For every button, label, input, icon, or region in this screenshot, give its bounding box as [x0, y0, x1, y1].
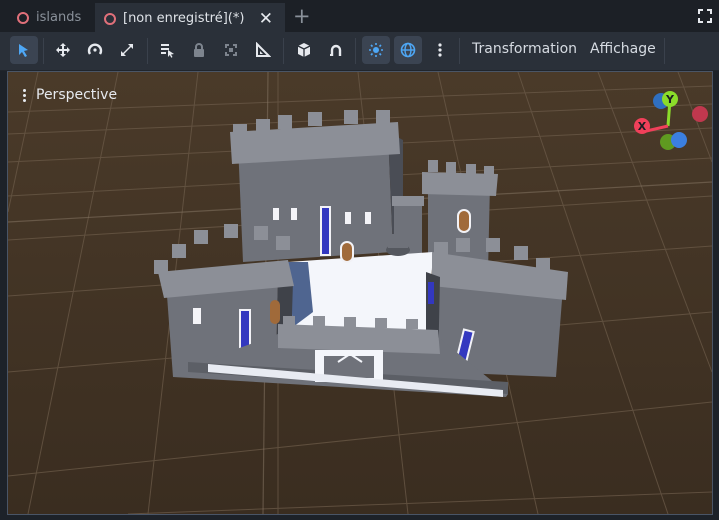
- distraction-free-icon[interactable]: [698, 9, 712, 23]
- list-select-icon: [161, 44, 174, 58]
- list-select-tool-button[interactable]: [153, 36, 181, 64]
- scene-ring-icon: [17, 11, 29, 24]
- ruler-icon: [256, 42, 271, 57]
- tab-label: islands: [36, 10, 82, 25]
- scale-tool-button[interactable]: [113, 36, 141, 64]
- perspective-label: Perspective: [36, 87, 118, 103]
- toolbar-separator: [459, 38, 460, 64]
- lock-tool-button[interactable]: [185, 36, 213, 64]
- toolbar-separator: [147, 38, 148, 64]
- tab-islands[interactable]: islands: [8, 3, 94, 32]
- group-tool-button[interactable]: [217, 36, 245, 64]
- more-options-button[interactable]: [426, 36, 454, 64]
- new-scene-tab-button[interactable]: +: [293, 4, 311, 28]
- cube-icon: [297, 43, 311, 57]
- 3d-viewport[interactable]: Perspective Y X: [7, 71, 713, 515]
- toolbar-separator: [283, 38, 284, 64]
- vertical-dots-icon: [20, 88, 28, 102]
- toolbar-separator: [664, 38, 665, 64]
- ruler-tool-button[interactable]: [249, 36, 277, 64]
- sun-icon: [369, 43, 383, 57]
- tab-unsaved-scene[interactable]: [non enregistré](*) ✕: [95, 3, 285, 32]
- x-axis-label: X: [638, 120, 647, 133]
- close-tab-icon[interactable]: ✕: [259, 9, 273, 29]
- pointer-icon: [19, 44, 28, 57]
- transform-menu[interactable]: Transformation: [472, 41, 577, 57]
- perspective-menu[interactable]: Perspective: [20, 82, 117, 108]
- scene-render: [8, 72, 712, 514]
- environment-toggle-button[interactable]: [394, 36, 422, 64]
- y-axis-label: Y: [665, 93, 675, 106]
- toolbar-separator: [355, 38, 356, 64]
- snap-toggle-button[interactable]: [322, 36, 350, 64]
- orientation-gizmo[interactable]: Y X: [628, 88, 708, 158]
- local-space-toggle-button[interactable]: [290, 36, 318, 64]
- rotate-tool-button[interactable]: [81, 36, 109, 64]
- select-tool-button[interactable]: [10, 36, 38, 64]
- rotate-icon: [87, 43, 103, 55]
- neg-x-axis-handle[interactable]: [692, 106, 708, 122]
- scale-icon: [121, 44, 133, 56]
- z-axis-handle[interactable]: [671, 132, 687, 148]
- scene-ring-icon: [104, 12, 116, 25]
- group-icon: [225, 44, 237, 56]
- vertical-dots-icon: [438, 43, 442, 57]
- scene-tab-bar: islands [non enregistré](*) ✕ +: [0, 0, 719, 32]
- move-tool-button[interactable]: [49, 36, 77, 64]
- move-arrows-icon: [56, 43, 70, 57]
- view-menu[interactable]: Affichage: [590, 41, 656, 57]
- lock-icon: [194, 43, 204, 57]
- sun-toggle-button[interactable]: [362, 36, 390, 64]
- toolbar-separator: [43, 38, 44, 64]
- globe-icon: [400, 42, 416, 58]
- viewport-toolbar: Transformation Affichage: [0, 32, 719, 71]
- tab-label: [non enregistré](*): [123, 11, 245, 26]
- magnet-icon: [330, 44, 342, 56]
